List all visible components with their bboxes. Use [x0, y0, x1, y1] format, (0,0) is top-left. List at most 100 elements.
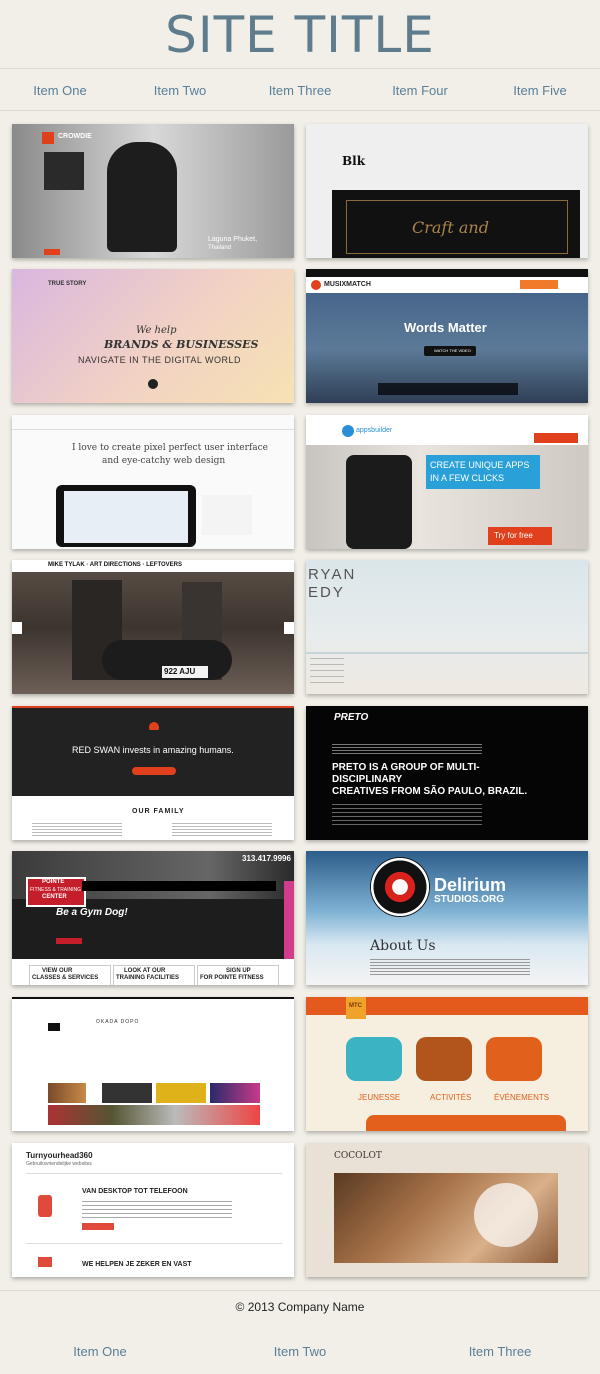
classes-line-two: CLASSES & SERVICES [32, 975, 99, 981]
crowdie-brand: CROWDIE [58, 133, 92, 140]
preto-headline-three: CREATIVES FROM SÃO PAULO, BRAZIL. [332, 786, 528, 797]
jeunesse-label: JEUNESSE [358, 1093, 401, 1102]
classes-card[interactable]: VIEW OUR CLASSES & SERVICES [29, 965, 111, 985]
true-story-subline: NAVIGATE IN THE DIGITAL WORLD [78, 355, 242, 365]
crowdie-location: Laguna Phuket, [208, 236, 258, 243]
thumbnail-musixmatch[interactable]: MUSIXMATCH Words Matter WATCH THE VIDEO [306, 269, 588, 403]
helmet-icon [38, 1257, 52, 1267]
turnyourhead-text [82, 1201, 232, 1219]
pixel-line-two: and eye-catchy web design [102, 456, 226, 466]
activites-label: ACTIVITÉS [430, 1093, 472, 1102]
crowdie-menu [44, 152, 84, 190]
footer-nav-item-two[interactable]: Item Two [200, 1340, 400, 1364]
okada-tile-one[interactable] [48, 1083, 86, 1103]
red-swan-hero: RED SWAN invests in amazing humans. [12, 708, 294, 796]
learn-more-button[interactable] [56, 938, 82, 944]
pointe-phone: 313.417.9996 [242, 854, 291, 863]
activites-tile[interactable] [416, 1037, 472, 1081]
mtc-footer-shape [366, 1115, 566, 1131]
cocolot-logo: COCOLOT [334, 1151, 382, 1161]
blk-hero: Craft and [332, 190, 580, 258]
preto-intro-text [332, 744, 482, 756]
try-free-button[interactable]: Try for free [488, 527, 552, 545]
thumbnail-pointe-fitness[interactable]: POINTE FITNESS & TRAINING CENTER 313.417… [12, 851, 294, 985]
bowtie-logo-icon [48, 1023, 60, 1031]
appsbuilder-try-top[interactable] [534, 433, 578, 443]
okada-tile-row-two[interactable] [48, 1105, 260, 1125]
thumbnail-mtc[interactable]: MTC JEUNESSE ACTIVITÉS ÉVÉNEMENTS [306, 997, 588, 1131]
evenements-tile[interactable] [486, 1037, 542, 1081]
mike-tylak-title: MIKE TYLAK · ART DIRECTIONS · LEFTOVERS [48, 562, 183, 568]
thumbnail-cocolot[interactable]: COCOLOT [306, 1143, 588, 1277]
thumbnail-crowdie[interactable]: CROWDIE Laguna Phuket, Thailand [12, 124, 294, 258]
thumbnail-true-story[interactable]: TRUE STORY We help BRANDS & BUSINESSES N… [12, 269, 294, 403]
ryan-name-line-two: EDY [308, 584, 345, 601]
watch-video-button[interactable]: WATCH THE VIDEO [424, 346, 476, 356]
turnyourhead-logo: Turnyourhead360 [26, 1151, 93, 1160]
thumbnail-okada[interactable]: OKADA DOPO [12, 997, 294, 1131]
okada-tile-four[interactable] [210, 1083, 260, 1103]
evenements-label: ÉVÉNEMENTS [494, 1093, 550, 1102]
nav-item-two[interactable]: Item Two [120, 69, 240, 110]
turnyourhead-heading-one: VAN DESKTOP TOT TELEFOON [82, 1188, 188, 1195]
ryan-menu [310, 652, 344, 686]
musixmatch-topbar [306, 269, 588, 277]
thumbnail-red-swan[interactable]: RED SWAN invests in amazing humans. OUR … [12, 706, 294, 840]
thumbnail-ryan-edy[interactable]: RYAN EDY [306, 560, 588, 694]
footer-nav-item-one[interactable]: Item One [0, 1340, 200, 1364]
true-story-we-help: We help [136, 325, 177, 336]
pixel-divider [12, 429, 294, 430]
preto-body-text [332, 804, 482, 828]
delirium-wordmark: Delirium [434, 875, 507, 895]
blk-logo: Blk [342, 154, 366, 168]
pixel-line-one: I love to create pixel perfect user inte… [72, 443, 268, 453]
true-story-headline: BRANDS & BUSINESSES [104, 338, 259, 351]
jeunesse-tile[interactable] [346, 1037, 402, 1081]
main-nav: Item One Item Two Item Three Item Four I… [0, 68, 600, 111]
nav-item-four[interactable]: Item Four [360, 69, 480, 110]
crowdie-logo-icon [42, 132, 54, 144]
thumbnail-mike-tylak[interactable]: MIKE TYLAK · ART DIRECTIONS · LEFTOVERS … [12, 560, 294, 694]
musixmatch-brand: MUSIXMATCH [324, 281, 371, 288]
scroll-dot-icon[interactable] [148, 379, 158, 389]
pointe-nav[interactable] [82, 881, 276, 891]
cocolot-hero [334, 1173, 558, 1263]
musixmatch-cta[interactable] [520, 280, 558, 289]
mtc-logo: MTC [346, 997, 366, 1019]
thumbnail-pixel-perfect[interactable]: I love to create pixel perfect user inte… [12, 415, 294, 549]
nav-item-three[interactable]: Item Three [240, 69, 360, 110]
red-swan-button[interactable] [132, 767, 176, 775]
okada-tile-three[interactable] [156, 1083, 206, 1103]
footer-nav-item-three[interactable]: Item Three [400, 1340, 600, 1364]
nav-item-one[interactable]: Item One [0, 69, 120, 110]
tablet-screen [64, 491, 188, 543]
license-plate: 922 AJU [162, 666, 208, 678]
prev-arrow-icon[interactable] [12, 622, 22, 634]
thumbnail-appsbuilder[interactable]: appsbuilder CREATE UNIQUE APPS IN A FEW … [306, 415, 588, 549]
facilities-line-one: LOOK AT OUR [124, 968, 166, 974]
appsbuilder-brand: appsbuilder [356, 427, 393, 434]
okada-topbar [12, 997, 294, 999]
thumbnail-blk[interactable]: Blk Craft and [306, 124, 588, 258]
thumbnail-delirium[interactable]: Delirium STUDIOS.ORG About Us [306, 851, 588, 985]
tablet-mockup [56, 485, 196, 547]
turnyourhead-button[interactable] [82, 1223, 114, 1230]
watch-video-label: WATCH THE VIDEO [434, 348, 471, 353]
family-text-left [32, 823, 122, 837]
nav-item-five[interactable]: Item Five [480, 69, 600, 110]
musixmatch-logo-icon [311, 280, 321, 290]
thumbnail-turnyourhead[interactable]: Turnyourhead360 Gebruiksvriendelijke web… [12, 1143, 294, 1277]
pointe-side-tab[interactable] [284, 881, 294, 961]
ryan-name-line-one: RYAN [308, 566, 357, 583]
next-arrow-icon[interactable] [284, 622, 294, 634]
pointe-slogan: Be a Gym Dog! [56, 907, 128, 918]
promo-line-two: IN A FEW CLICKS [430, 473, 505, 483]
signup-card[interactable]: SIGN UP FOR POINTE FITNESS [197, 965, 279, 985]
thumbnail-preto[interactable]: PRETO PRETO IS A GROUP OF MULTI- DISCIPL… [306, 706, 588, 840]
facilities-card[interactable]: LOOK AT OUR TRAINING FACILITIES [113, 965, 195, 985]
promo-line-one: CREATE UNIQUE APPS [430, 460, 530, 470]
okada-tile-two[interactable] [102, 1083, 152, 1103]
mtc-logo-text: MTC [349, 1003, 362, 1009]
classes-line-one: VIEW OUR [42, 968, 73, 974]
swan-logo-icon [149, 722, 159, 730]
